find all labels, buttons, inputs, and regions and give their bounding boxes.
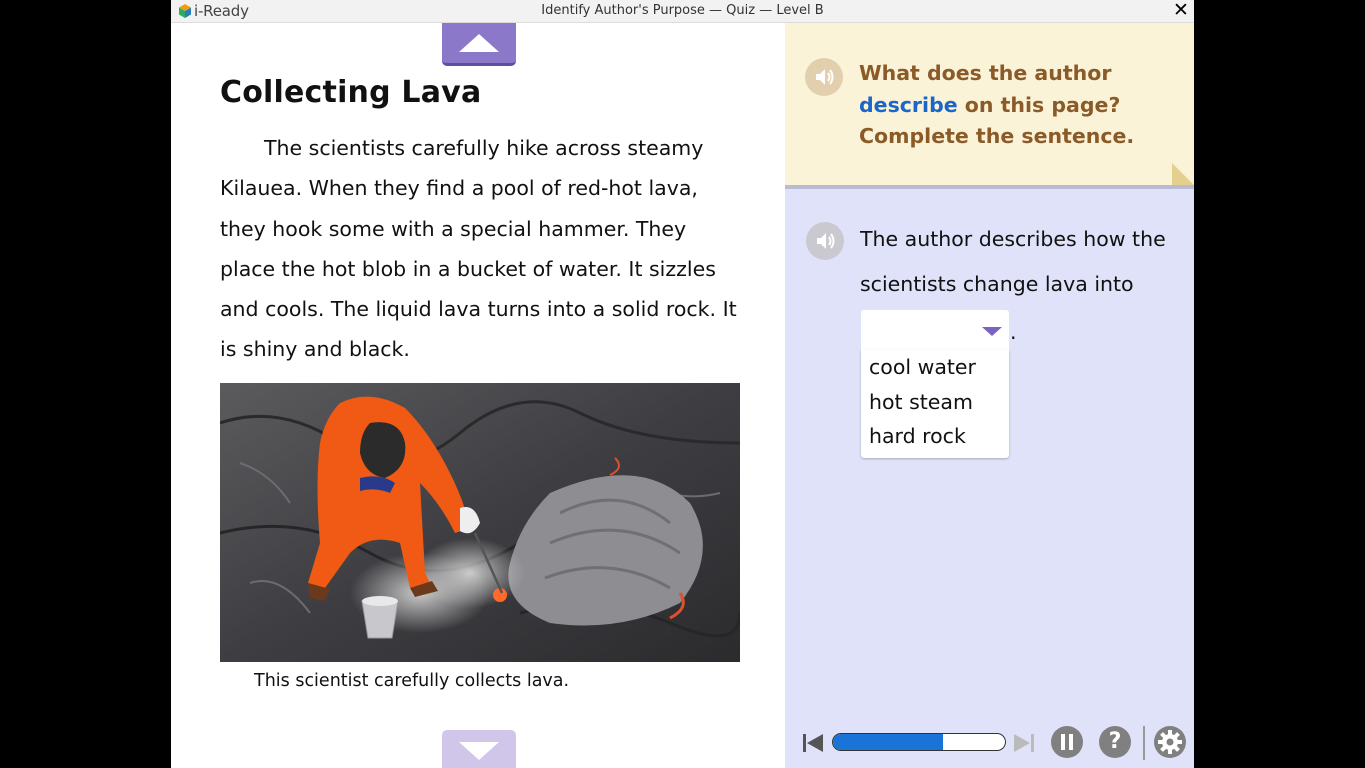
skip-forward-icon[interactable] <box>1012 732 1036 754</box>
question-prompt-box: What does the author describe on this pa… <box>785 23 1194 189</box>
passage-panel: Collecting Lava The scientists carefully… <box>171 23 785 768</box>
title-bar: i-Ready Identify Author's Purpose — Quiz… <box>171 0 1194 23</box>
pause-button[interactable] <box>1051 726 1083 758</box>
photo-caption: This scientist carefully collects lava. <box>254 671 570 691</box>
question-audio-button[interactable] <box>805 58 843 96</box>
page-fold <box>1172 163 1194 185</box>
speaker-icon <box>816 69 834 85</box>
gear-icon[interactable] <box>1154 726 1186 758</box>
answer-sentence: The author describes how the scientists … <box>860 227 1166 296</box>
footer-divider <box>1143 726 1145 760</box>
answer-audio-button[interactable] <box>806 222 844 260</box>
question-text: What does the author describe on this pa… <box>859 58 1184 153</box>
sentence-period: . <box>1010 320 1017 344</box>
pause-icon <box>1061 734 1073 750</box>
skip-back-icon[interactable] <box>801 732 825 754</box>
dropdown-option[interactable]: cool water <box>861 350 1009 385</box>
speaker-icon <box>817 233 835 249</box>
progress-bar <box>832 733 1006 751</box>
scroll-down-button[interactable] <box>442 730 516 768</box>
question-keyword[interactable]: describe <box>859 93 958 117</box>
passage-title: Collecting Lava <box>220 75 482 110</box>
progress-fill <box>833 734 944 750</box>
arrow-up-icon <box>459 34 499 52</box>
dropdown-option[interactable]: hard rock <box>861 419 1009 454</box>
dropdown-options: cool water hot steam hard rock <box>861 350 1009 458</box>
passage-body: The scientists carefully hike across ste… <box>220 136 737 362</box>
question-panel: What does the author describe on this pa… <box>785 23 1194 768</box>
dropdown-option[interactable]: hot steam <box>861 385 1009 420</box>
scroll-up-button[interactable] <box>442 23 516 66</box>
close-icon[interactable]: ✕ <box>1172 0 1190 21</box>
player-controls: ? <box>785 720 1194 768</box>
arrow-down-icon <box>459 742 499 760</box>
chevron-down-icon[interactable] <box>982 327 1002 336</box>
lava-photo <box>220 383 740 662</box>
question-prefix: What does the author <box>859 61 1112 85</box>
help-button[interactable]: ? <box>1099 726 1131 758</box>
answer-dropdown[interactable] <box>861 310 1009 350</box>
window-title: Identify Author's Purpose — Quiz — Level… <box>541 3 824 18</box>
